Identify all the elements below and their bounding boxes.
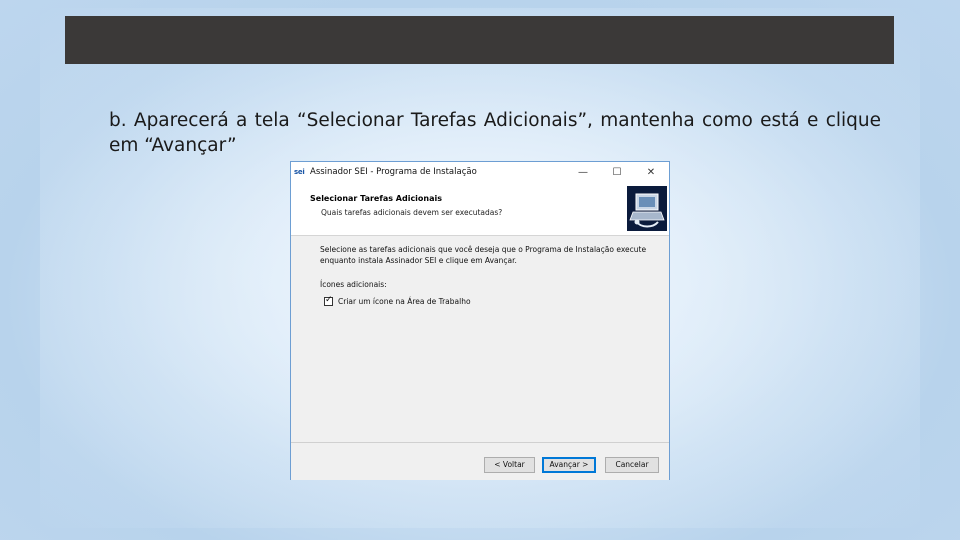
dialog-title: Assinador SEI - Programa de Instalação: [310, 167, 477, 177]
next-button[interactable]: Avançar >: [542, 457, 596, 473]
wizard-page-title: Selecionar Tarefas Adicionais: [310, 194, 443, 203]
slide-instruction-text: b. Aparecerá a tela “Selecionar Tarefas …: [109, 110, 881, 156]
wizard-header: Selecionar Tarefas Adicionais Quais tare…: [291, 184, 669, 236]
checkmark-icon: ✓: [325, 295, 333, 305]
wizard-footer: < Voltar Avançar > Cancelar: [291, 442, 669, 480]
additional-icons-label: Ícones adicionais:: [320, 280, 387, 289]
dialog-title-bar[interactable]: sei Assinador SEI - Programa de Instalaç…: [291, 162, 669, 184]
back-button[interactable]: < Voltar: [484, 457, 535, 473]
app-icon: sei: [294, 168, 305, 176]
desktop-icon-checkbox-label[interactable]: Criar um ícone na Área de Trabalho: [338, 297, 471, 306]
close-button[interactable]: ✕: [642, 165, 660, 181]
slide-title-bar: [65, 16, 894, 64]
minimize-button[interactable]: —: [574, 165, 592, 181]
installer-dialog: sei Assinador SEI - Programa de Instalaç…: [290, 161, 670, 480]
wizard-page-subtitle: Quais tarefas adicionais devem ser execu…: [321, 208, 503, 217]
desktop-icon-checkbox[interactable]: ✓: [324, 295, 333, 306]
installer-computer-icon: [627, 186, 667, 231]
cancel-button[interactable]: Cancelar: [605, 457, 659, 473]
wizard-body: Selecione as tarefas adicionais que você…: [291, 236, 669, 436]
tasks-description: Selecione as tarefas adicionais que você…: [320, 245, 647, 265]
maximize-button[interactable]: ☐: [608, 165, 626, 181]
